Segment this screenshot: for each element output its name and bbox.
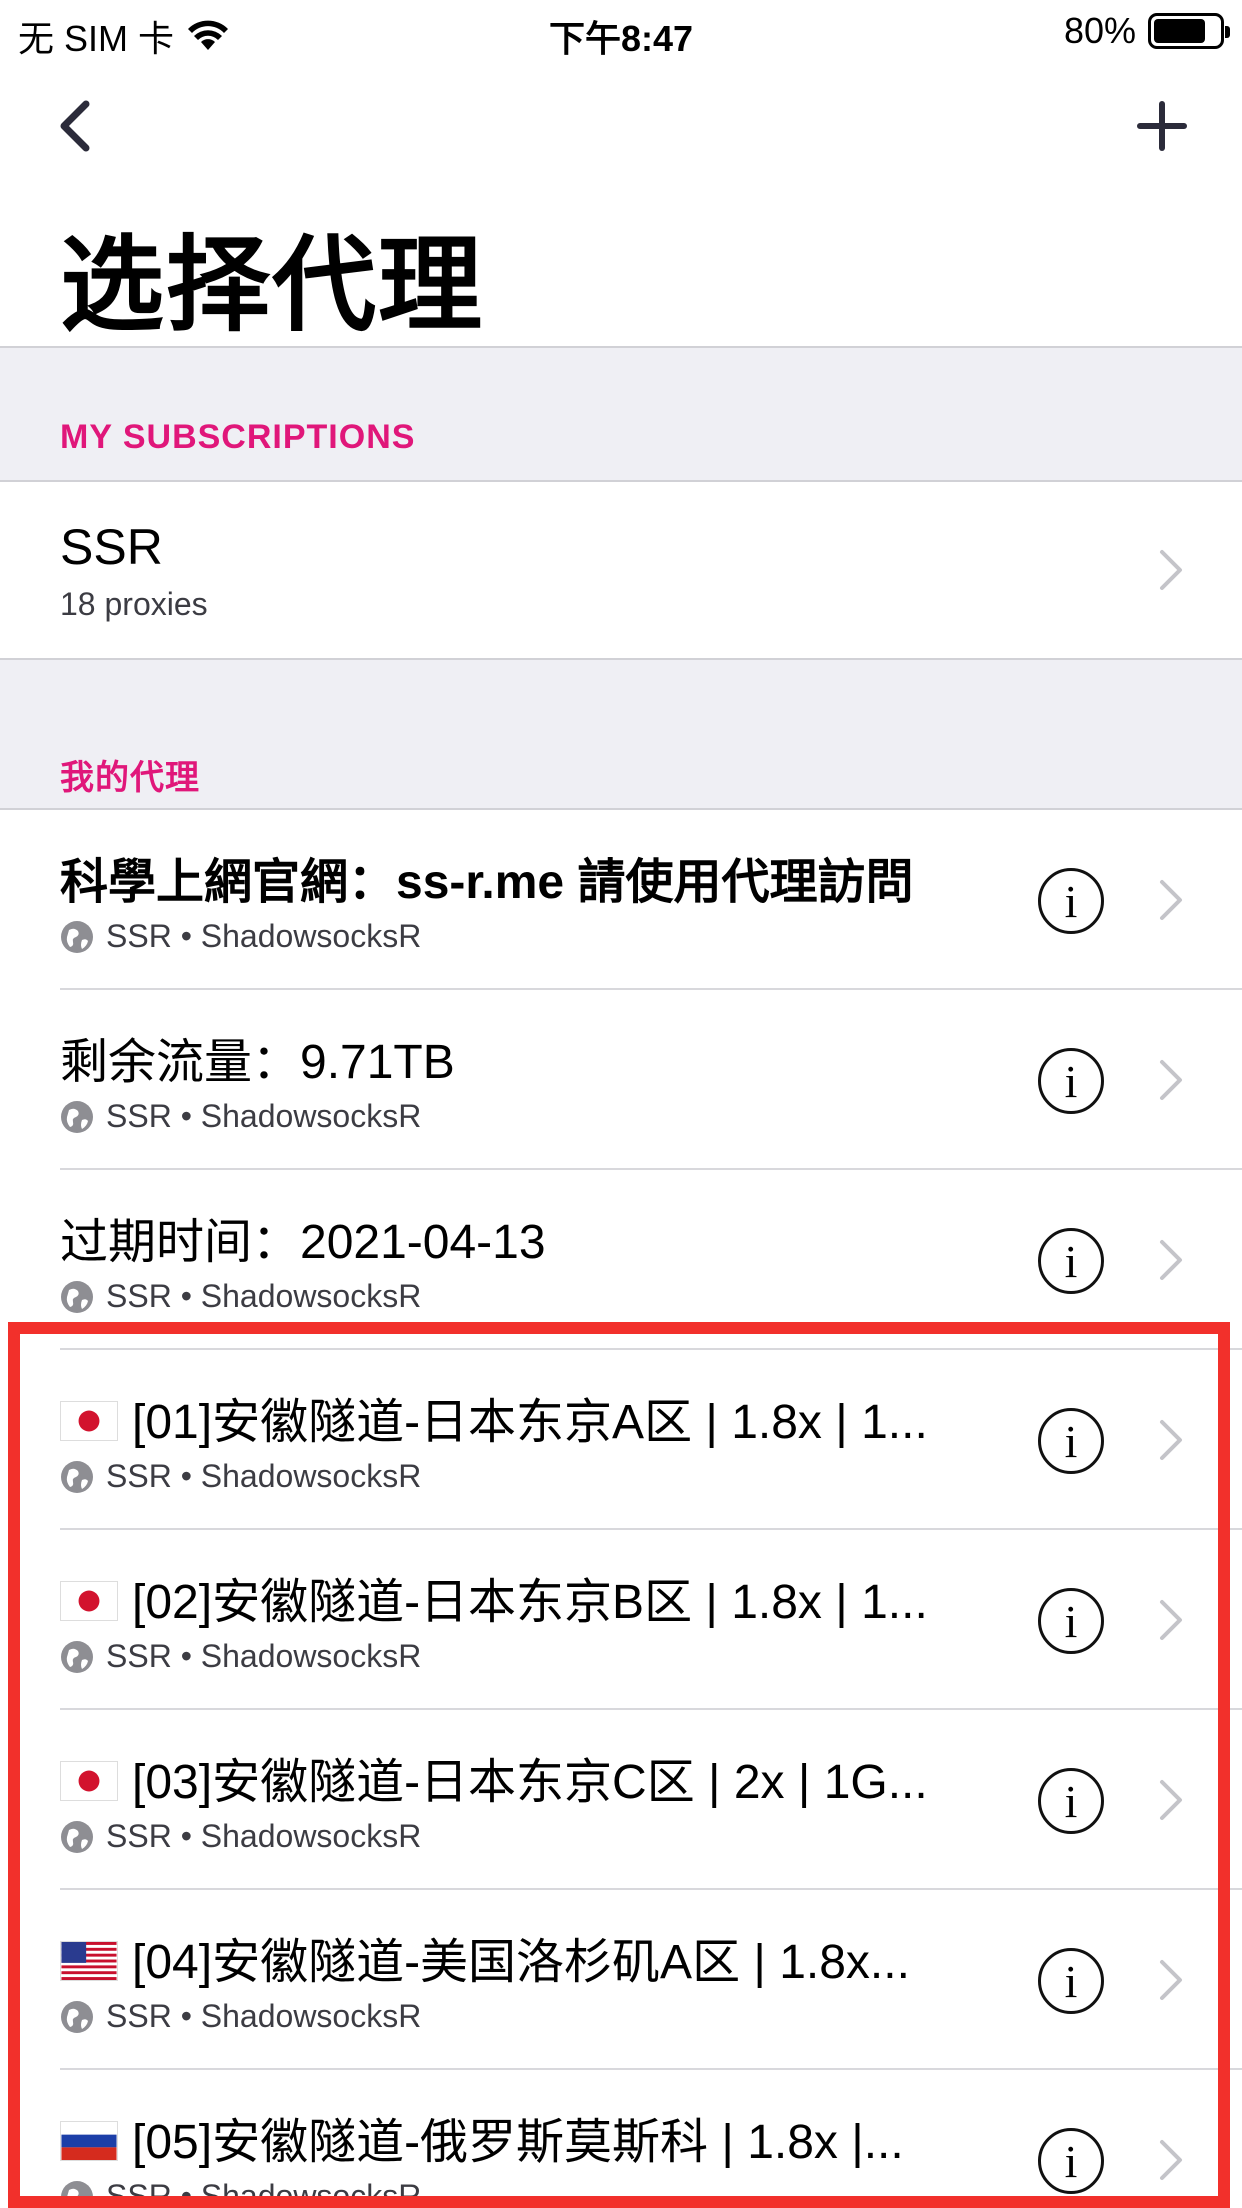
add-button[interactable] xyxy=(1134,96,1190,156)
proxy-subtitle: SSR • ShadowsocksR xyxy=(60,1818,421,1855)
proxy-title: 剩余流量：9.71TB xyxy=(60,1022,455,1092)
proxy-subtitle: SSR • ShadowsocksR xyxy=(60,1458,421,1495)
proxy-title: 科學上網官網：ss-r.me 請使用代理訪問 xyxy=(60,842,913,912)
chevron-right-icon xyxy=(1160,1960,1182,2000)
russia-flag-icon xyxy=(60,2121,118,2162)
info-button[interactable]: i xyxy=(1038,1588,1104,1654)
proxy-subtitle: SSR • ShadowsocksR xyxy=(60,1278,421,1315)
subscriptions-section-band: MY SUBSCRIPTIONS xyxy=(0,346,1242,482)
proxy-title-text: [03]安徽隧道-日本东京C区 | 2x | 1G... xyxy=(132,1756,928,1809)
info-icon: i xyxy=(1064,1775,1078,1827)
chevron-right-icon xyxy=(1160,1420,1182,1460)
proxy-title-text: [05]安徽隧道-俄罗斯莫斯科 | 1.8x |... xyxy=(132,2116,904,2169)
info-button[interactable]: i xyxy=(1038,1768,1104,1834)
proxy-subtitle: SSR • ShadowsocksR xyxy=(60,2178,421,2208)
japan-flag-icon xyxy=(60,1761,118,1802)
battery-fill xyxy=(1154,19,1206,43)
subscription-count: 18 proxies xyxy=(60,586,208,622)
proxies-section-band: 我的代理 xyxy=(0,658,1242,810)
globe-icon xyxy=(61,1820,93,1853)
proxy-row[interactable]: [03]安徽隧道-日本东京C区 | 2x | 1G... SSR • Shadow… xyxy=(0,1710,1242,1890)
proxy-title: [02]安徽隧道-日本东京B区 | 1.8x | 1... xyxy=(60,1562,928,1632)
proxy-title-text: 剩余流量：9.71TB xyxy=(60,1036,455,1089)
proxy-title-text: 过期时间：2021-04-13 xyxy=(60,1216,546,1269)
proxy-title-text: [02]安徽隧道-日本东京B区 | 1.8x | 1... xyxy=(132,1576,928,1629)
chevron-right-icon xyxy=(1160,1780,1182,1820)
info-icon: i xyxy=(1064,1955,1078,2007)
globe-icon xyxy=(61,1100,93,1133)
chevron-right-icon xyxy=(1160,1060,1182,1100)
proxy-row[interactable]: [02]安徽隧道-日本东京B区 | 1.8x | 1... SSR • Shado… xyxy=(0,1530,1242,1710)
battery-percent: 80% xyxy=(1063,10,1136,51)
proxy-type: SSR • ShadowsocksR xyxy=(106,1998,422,2034)
info-button[interactable]: i xyxy=(1038,868,1104,934)
chevron-left-icon xyxy=(60,100,90,152)
info-icon: i xyxy=(1064,1415,1078,1467)
divider xyxy=(0,658,1242,660)
globe-icon xyxy=(61,1280,93,1313)
proxy-title: 过期时间：2021-04-13 xyxy=(60,1202,546,1272)
divider xyxy=(0,346,1242,348)
proxy-title-text: [04]安徽隧道-美国洛杉矶A区 | 1.8x... xyxy=(132,1936,910,1989)
globe-icon xyxy=(61,920,93,953)
chevron-right-icon xyxy=(1160,1240,1182,1280)
proxy-subtitle: SSR • ShadowsocksR xyxy=(60,1098,421,1135)
info-button[interactable]: i xyxy=(1038,2128,1104,2194)
proxy-subtitle: SSR • ShadowsocksR xyxy=(60,1998,421,2035)
info-icon: i xyxy=(1064,1595,1078,1647)
info-button[interactable]: i xyxy=(1038,1228,1104,1294)
globe-icon xyxy=(61,2180,93,2208)
proxy-title: [04]安徽隧道-美国洛杉矶A区 | 1.8x... xyxy=(60,1922,910,1992)
chevron-right-icon xyxy=(1160,2140,1182,2180)
info-icon: i xyxy=(1064,1055,1078,1107)
proxy-title: [01]安徽隧道-日本东京A区 | 1.8x | 1... xyxy=(60,1382,928,1452)
proxy-row[interactable]: [04]安徽隧道-美国洛杉矶A区 | 1.8x... SSR • Shadowso… xyxy=(0,1890,1242,2070)
subscription-row-ssr[interactable]: SSR 18 proxies xyxy=(0,482,1242,658)
usa-flag-icon xyxy=(60,1941,118,1982)
info-button[interactable]: i xyxy=(1038,1948,1104,2014)
proxy-row[interactable]: [05]安徽隧道-俄罗斯莫斯科 | 1.8x |... SSR • Shadows… xyxy=(0,2070,1242,2208)
status-time: 下午8:47 xyxy=(548,18,694,59)
chevron-right-icon xyxy=(1160,550,1182,590)
status-bar: 无 SIM 卡 下午8:47 80% xyxy=(0,0,1242,60)
proxy-title-text: [01]安徽隧道-日本东京A区 | 1.8x | 1... xyxy=(132,1396,928,1449)
proxy-row[interactable]: 科學上網官網：ss-r.me 請使用代理訪問 SSR • ShadowsocksR… xyxy=(0,810,1242,990)
info-icon: i xyxy=(1064,875,1078,927)
japan-flag-icon xyxy=(60,1581,118,1622)
subscriptions-header: MY SUBSCRIPTIONS xyxy=(60,418,416,456)
globe-icon xyxy=(61,1460,93,1493)
proxy-title-text: 科學上網官網：ss-r.me 請使用代理訪問 xyxy=(60,856,914,909)
proxy-type: SSR • ShadowsocksR xyxy=(106,918,422,954)
plus-icon xyxy=(1137,101,1187,151)
proxy-row[interactable]: 剩余流量：9.71TB SSR • ShadowsocksR i xyxy=(0,990,1242,1170)
info-icon: i xyxy=(1064,2135,1078,2187)
proxy-type: SSR • ShadowsocksR xyxy=(106,2178,422,2208)
proxy-type: SSR • ShadowsocksR xyxy=(106,1098,422,1134)
proxy-type: SSR • ShadowsocksR xyxy=(106,1818,422,1854)
subscription-name: SSR xyxy=(60,519,163,575)
back-button[interactable] xyxy=(52,96,102,156)
proxy-title: [03]安徽隧道-日本东京C区 | 2x | 1G... xyxy=(60,1742,928,1812)
proxy-type: SSR • ShadowsocksR xyxy=(106,1638,422,1674)
proxy-row[interactable]: 过期时间：2021-04-13 SSR • ShadowsocksR i xyxy=(0,1170,1242,1350)
proxy-row[interactable]: [01]安徽隧道-日本东京A区 | 1.8x | 1... SSR • Shado… xyxy=(0,1350,1242,1530)
globe-icon xyxy=(61,2000,93,2033)
info-button[interactable]: i xyxy=(1038,1048,1104,1114)
proxy-subtitle: SSR • ShadowsocksR xyxy=(60,918,421,955)
page-title: 选择代理 xyxy=(60,228,485,344)
proxies-header: 我的代理 xyxy=(60,759,200,797)
proxy-type: SSR • ShadowsocksR xyxy=(106,1278,422,1314)
chevron-right-icon xyxy=(1160,880,1182,920)
proxy-title: [05]安徽隧道-俄罗斯莫斯科 | 1.8x |... xyxy=(60,2102,904,2172)
japan-flag-icon xyxy=(60,1401,118,1442)
info-icon: i xyxy=(1064,1235,1078,1287)
status-right: 80% xyxy=(1063,10,1230,52)
battery-icon xyxy=(1148,13,1230,49)
globe-icon xyxy=(61,1640,93,1673)
proxy-type: SSR • ShadowsocksR xyxy=(106,1458,422,1494)
proxy-subtitle: SSR • ShadowsocksR xyxy=(60,1638,421,1675)
chevron-right-icon xyxy=(1160,1600,1182,1640)
info-button[interactable]: i xyxy=(1038,1408,1104,1474)
